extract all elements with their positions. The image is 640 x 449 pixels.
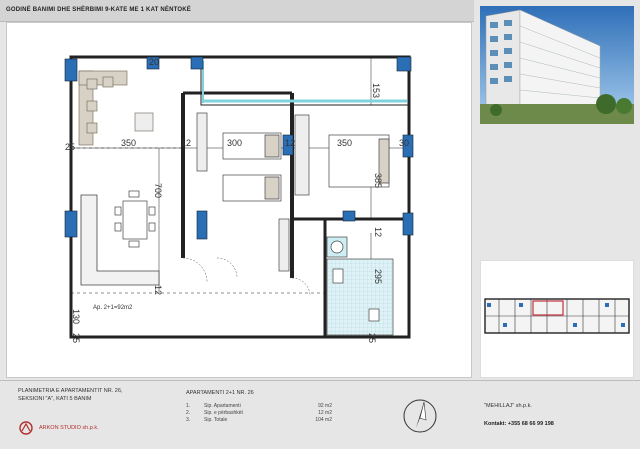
apartment-title: APARTAMENTI 2+1 NR. 26: [186, 390, 254, 396]
area-summary: APARTAMENTI 2+1 NR. 26 1. Sip. Apartamen…: [186, 389, 336, 424]
area-row: 2. Sip. e përbashkët 12 m2: [186, 410, 336, 417]
dim-text: 25: [367, 333, 377, 343]
area-row-label: Sip. Totale: [204, 417, 228, 423]
dim-text: 350: [121, 138, 136, 148]
area-row-label: Sip. e përbashkët: [204, 410, 243, 416]
area-row-value: 12 m2: [318, 410, 332, 416]
dim-text: 12: [285, 138, 295, 148]
company-contact: Kontakt: +355 68 66 99 198: [484, 421, 554, 427]
dim-text: 385: [373, 173, 383, 188]
apartment-area-label: Ap. 2+1=92m2: [93, 305, 133, 311]
area-row: 3. Sip. Totale 104 m2: [186, 417, 336, 424]
area-row-value: 104 m2: [315, 417, 332, 423]
document-sheet: GODINË BANIMI DHE SHËRBIMI 9-KATE ME 1 K…: [0, 0, 640, 449]
bathroom: [326, 236, 394, 336]
dim-text: 12: [181, 138, 191, 148]
plan-caption: PLANIMETRIA E APARTAMENTIT NR. 26, SEKSI…: [18, 387, 168, 403]
studio-logo-icon: [19, 421, 33, 435]
studio-name: ARKON STUDIO sh.p.k.: [39, 425, 99, 431]
area-row-value: 92 m2: [318, 403, 332, 409]
dim-text: 12: [153, 285, 163, 295]
living-furniture: [78, 70, 154, 146]
floor-plan-drawing: 20 153 25 350 12 300 12 350 30 385 700 1…: [64, 55, 414, 343]
area-row-number: 1.: [186, 403, 191, 409]
title-bar: GODINË BANIMI DHE SHËRBIMI 9-KATE ME 1 K…: [0, 0, 474, 22]
floor-plan: 20 153 25 350 12 300 12 350 30 385 700 1…: [6, 22, 472, 378]
plan-caption-line2: SEKSIONI "A", KATI 5 BANIM: [18, 396, 92, 402]
dim-text: 295: [373, 269, 383, 284]
key-plan: [480, 260, 634, 378]
area-row-number: 3.: [186, 417, 191, 423]
dim-text: 350: [337, 138, 352, 148]
dim-text: 25: [71, 333, 81, 343]
dim-text: 130: [71, 309, 81, 324]
area-row: 1. Sip. Apartamenti 92 m2: [186, 403, 336, 410]
area-row-number: 2.: [186, 410, 191, 416]
plan-caption-line1: PLANIMETRIA E APARTAMENTIT NR. 26,: [18, 388, 123, 394]
dim-text: 300: [227, 138, 242, 148]
dim-text: 700: [153, 183, 163, 198]
north-arrow-icon: [403, 399, 437, 433]
building-photo: [480, 6, 634, 124]
document-title: GODINË BANIMI DHE SHËRBIMI 9-KATE ME 1 K…: [6, 7, 192, 13]
dining-table: [114, 190, 156, 248]
area-row-label: Sip. Apartamenti: [204, 403, 241, 409]
dim-text: 20: [149, 57, 159, 67]
dim-text: 153: [371, 83, 381, 98]
studio-credit: ARKON STUDIO sh.p.k.: [18, 420, 99, 436]
dim-text: 25: [65, 142, 75, 152]
bedroom-beds: [196, 112, 290, 272]
dim-text: 30: [399, 138, 409, 148]
company-info: "MEHILLAJ" sh.p.k. Kontakt: +355 68 66 9…: [484, 402, 634, 428]
dim-text: 12: [373, 227, 383, 237]
company-name: "MEHILLAJ" sh.p.k.: [484, 403, 532, 409]
